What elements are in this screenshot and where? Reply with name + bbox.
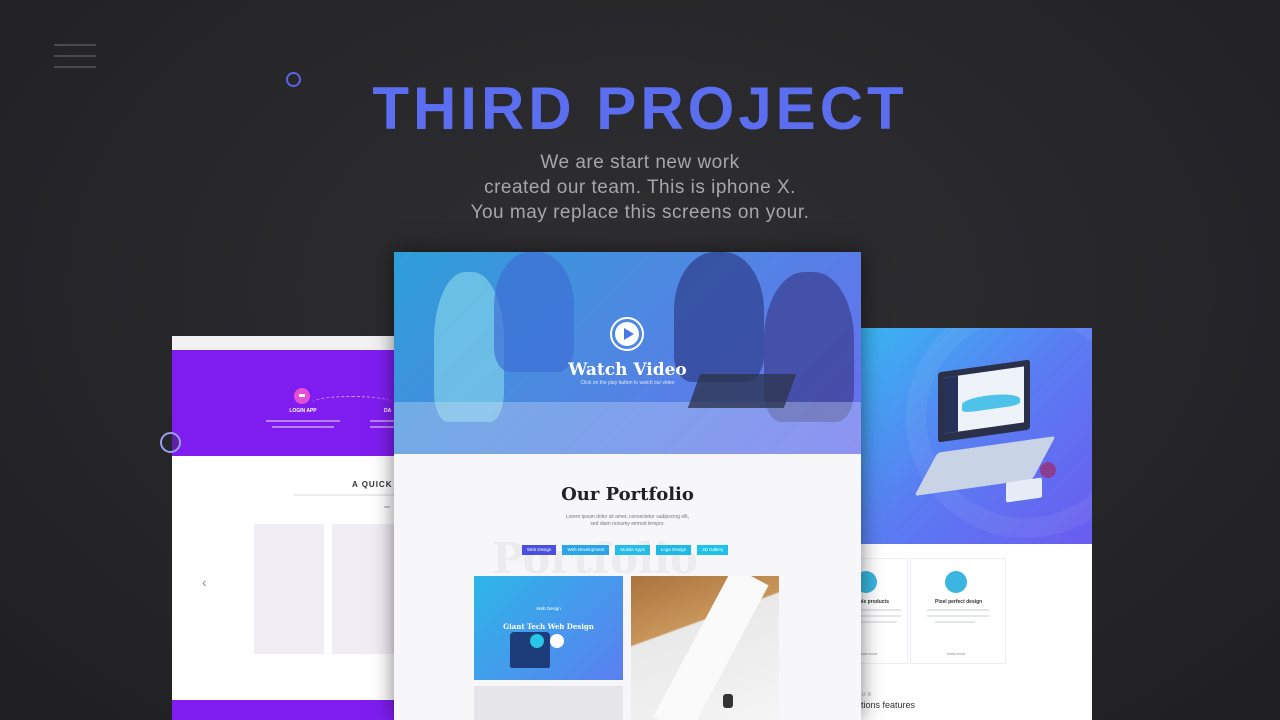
text-line xyxy=(935,621,975,623)
feature-card: Pixel perfect design read more xyxy=(910,558,1006,664)
portfolio-filters: Web Design Web Development Mobile Apps L… xyxy=(522,545,729,555)
step-label-2: DA xyxy=(384,408,392,414)
portfolio-description: Lorem ipsum dolor sit amet, consectetur … xyxy=(394,514,861,528)
phone-card xyxy=(332,524,398,654)
card-category: Web Design xyxy=(536,606,561,611)
step-icon xyxy=(294,388,310,404)
portfolio-section: Portfolio Our Portfolio Lorem ipsum dolo… xyxy=(394,454,861,720)
filter-logo-design[interactable]: Logo Design xyxy=(655,545,692,555)
text-line xyxy=(294,494,398,496)
text-line xyxy=(857,615,901,617)
text-line xyxy=(857,609,901,611)
chevron-left-icon[interactable]: ‹ xyxy=(202,574,207,590)
filter-web-development[interactable]: Web Development xyxy=(562,545,610,555)
decor-ring-icon xyxy=(160,432,181,453)
photo-desk xyxy=(394,402,861,454)
filter-mobile-apps[interactable]: Mobile Apps xyxy=(615,545,650,555)
feature-card: ple products read more xyxy=(856,558,908,664)
link-icon[interactable] xyxy=(530,634,544,648)
description-line: Lorem ipsum dolor sit amet, consectetur … xyxy=(565,514,690,520)
subtitle-line: created our team. This is iphone X. xyxy=(484,177,796,198)
description-line: sed diam nonumy eirmod tempor. xyxy=(590,521,665,527)
portfolio-card[interactable]: Web Design Giant Tech Web Design xyxy=(474,576,623,680)
page-subtitle: We are start new work created our team. … xyxy=(0,150,1280,225)
subtitle-line: We are start new work xyxy=(540,152,740,173)
play-button[interactable] xyxy=(610,317,644,351)
stairs-wall xyxy=(653,576,769,720)
subtitle-line: You may replace this screens on your. xyxy=(470,202,810,223)
video-hero: Watch Video Click on the play button to … xyxy=(394,252,861,454)
text-line xyxy=(927,609,989,611)
feature-title: ple products xyxy=(859,599,890,605)
text-line xyxy=(266,420,340,422)
text-line xyxy=(272,426,334,428)
filter-web-design[interactable]: Web Design xyxy=(522,545,557,555)
portfolio-card[interactable] xyxy=(474,686,623,720)
photo-person xyxy=(723,694,733,708)
section-title: ations features xyxy=(856,700,916,710)
divider xyxy=(384,506,390,508)
menu-line xyxy=(54,44,96,46)
center-screen-mockup: Watch Video Click on the play button to … xyxy=(394,252,861,720)
video-title: Watch Video xyxy=(568,360,687,380)
feature-title: Pixel perfect design xyxy=(935,599,983,605)
right-mockup-hero xyxy=(856,328,1092,544)
portfolio-card-stairs[interactable] xyxy=(631,576,779,720)
text-line xyxy=(927,615,989,617)
left-screen-mockup: LOGIN APP DA A QUICK V ‹ xyxy=(172,336,398,720)
card-title: Giant Tech Web Design xyxy=(503,622,594,631)
photo-person xyxy=(494,252,574,372)
text-line xyxy=(857,621,897,623)
section-title: A QUICK V xyxy=(352,480,398,489)
hamburger-menu-icon[interactable] xyxy=(54,44,96,68)
zoom-icon[interactable] xyxy=(550,634,564,648)
read-more-link[interactable]: read more xyxy=(947,651,965,656)
video-subtitle: Click on the play button to watch our vi… xyxy=(580,380,675,386)
portfolio-title: Our Portfolio xyxy=(561,484,694,505)
read-more-link[interactable]: read more xyxy=(859,651,877,656)
step-label: LOGIN APP xyxy=(289,408,317,414)
menu-line xyxy=(54,66,96,68)
laptop-sidebar xyxy=(944,375,958,434)
pencil-icon xyxy=(945,571,967,593)
laptop-illustration xyxy=(938,359,1030,443)
page-title: THIRD PROJECT xyxy=(372,75,908,142)
plant-illustration xyxy=(1040,462,1056,478)
left-mockup-hero: LOGIN APP DA xyxy=(172,336,398,456)
left-mockup-footer xyxy=(172,700,398,720)
left-mockup-topbar xyxy=(172,336,398,350)
play-icon xyxy=(615,322,639,346)
right-screen-mockup: ple products read more Pixel perfect des… xyxy=(856,328,1092,720)
phone-card xyxy=(254,524,324,654)
filter-3d-gallery[interactable]: 3D Gallery xyxy=(697,545,729,555)
menu-line xyxy=(54,55,96,57)
